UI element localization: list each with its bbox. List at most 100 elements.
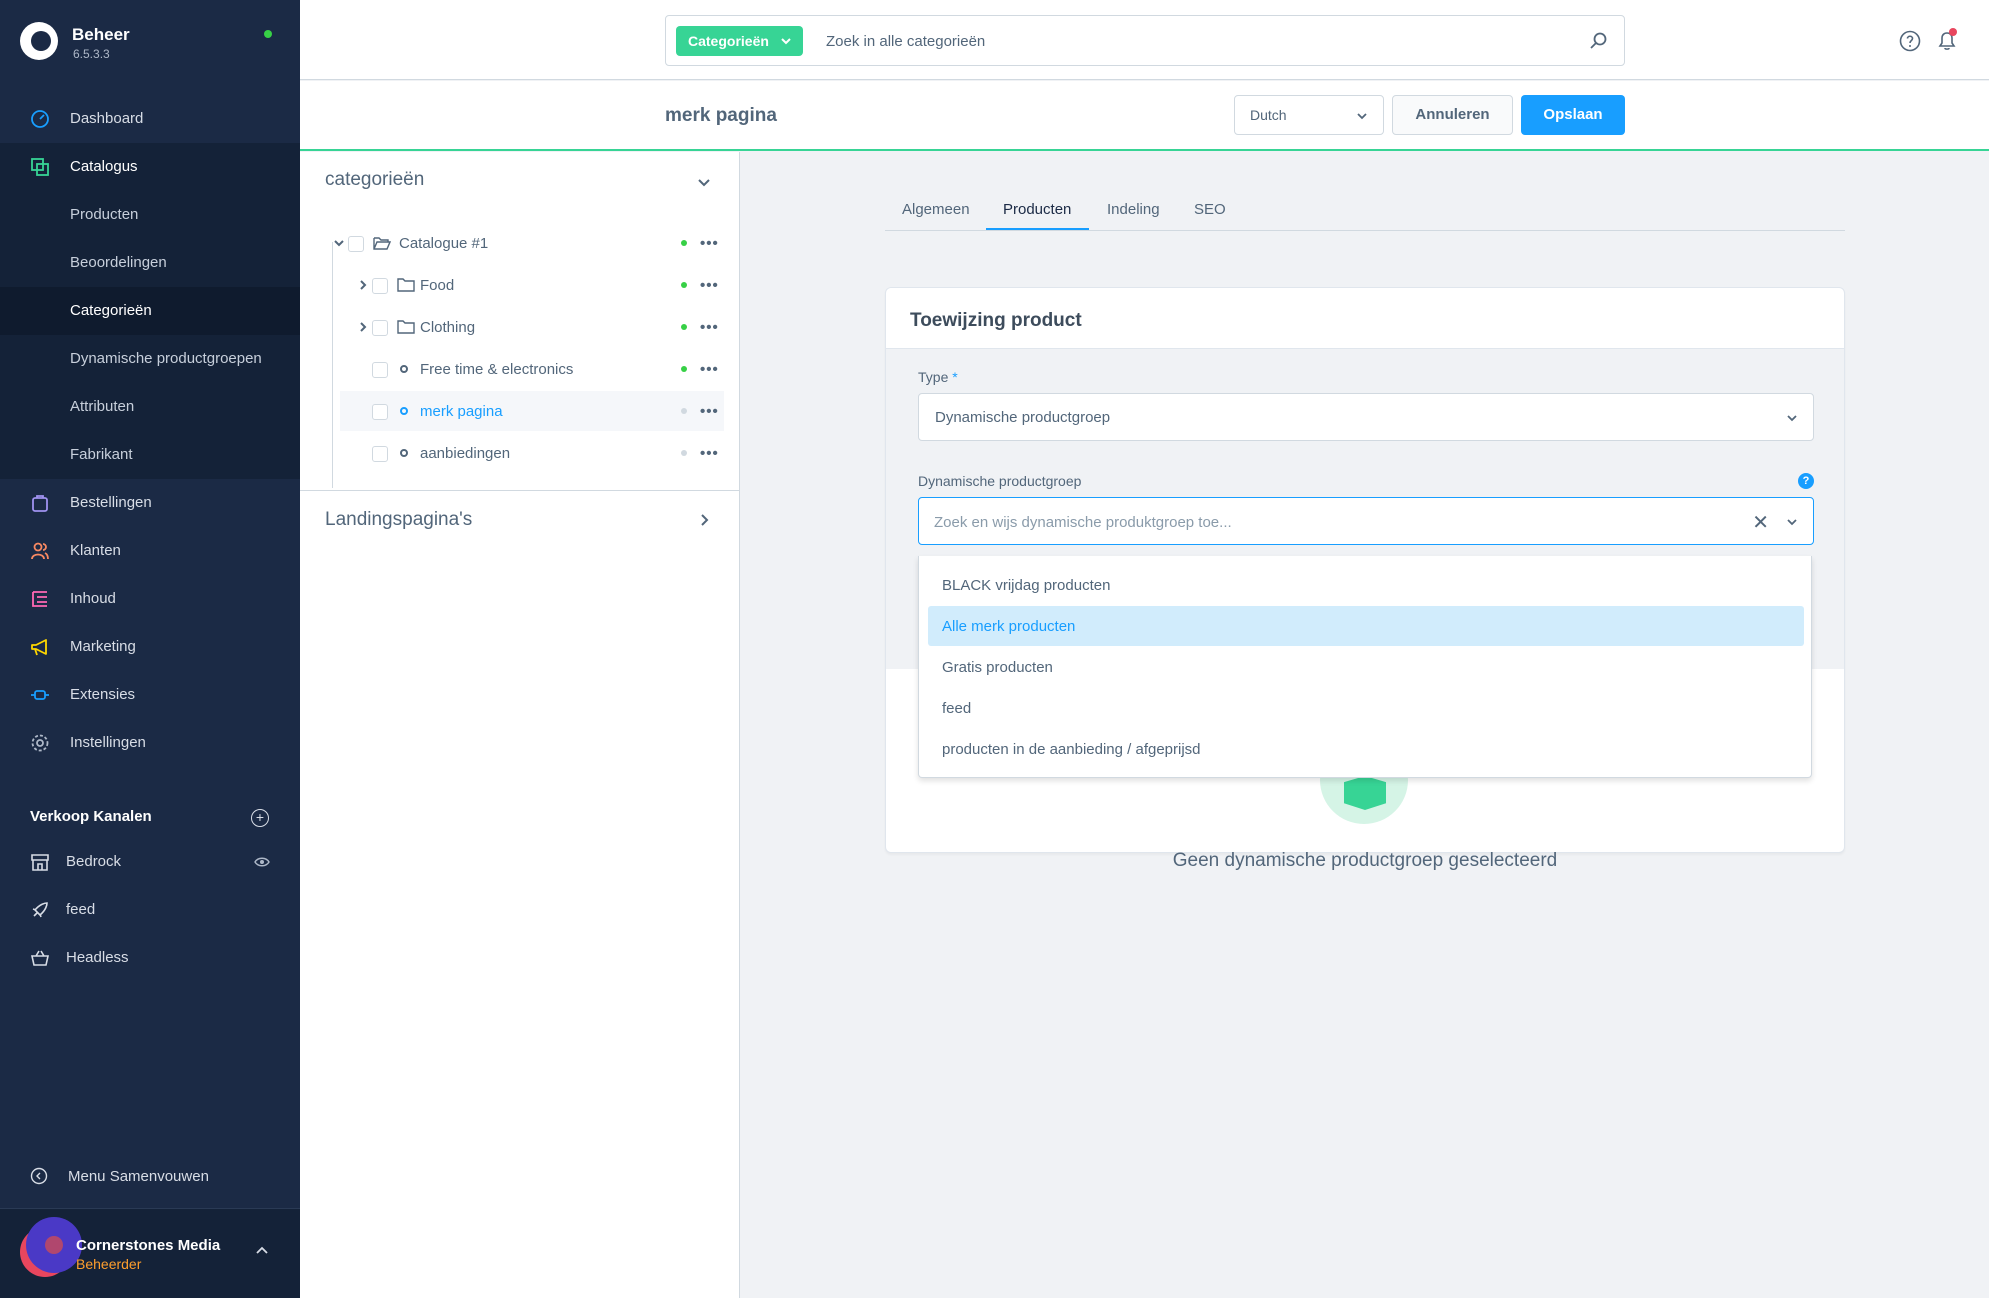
chevron-down-icon[interactable] <box>332 236 346 250</box>
sidebar: Beheer 6.5.3.3 Dashboard Catalogus Produ… <box>0 0 300 1298</box>
subnav-dynamische-productgroepen[interactable]: Dynamische productgroepen <box>0 335 300 383</box>
subnav-fabrikant[interactable]: Fabrikant <box>0 431 300 479</box>
card-title: Toewijzing product <box>910 310 1082 331</box>
nav-bestellingen[interactable]: Bestellingen <box>0 479 300 527</box>
status-dot <box>681 450 687 456</box>
tree-item-free-time[interactable]: Free time & electronics ••• <box>340 349 724 389</box>
landing-pages-title[interactable]: Landingspagina's <box>325 509 472 531</box>
tree-title: categorieën <box>325 169 425 190</box>
chevron-right-icon[interactable] <box>696 512 712 528</box>
search-icon[interactable] <box>1589 31 1609 51</box>
help-icon[interactable]: ? <box>1798 473 1814 489</box>
search-type-select[interactable]: Categorieën <box>676 26 803 56</box>
dropdown-option[interactable]: BLACK vrijdag producten <box>928 565 1804 605</box>
nav-marketing[interactable]: Marketing <box>0 623 300 671</box>
tree-item-label: Catalogue #1 <box>399 235 489 252</box>
status-dot <box>681 408 687 414</box>
cancel-button[interactable]: Annuleren <box>1392 95 1513 135</box>
chevron-right-icon[interactable] <box>356 320 370 334</box>
search-input[interactable] <box>826 30 1566 52</box>
tab-algemeen[interactable]: Algemeen <box>902 201 970 218</box>
dropdown-option[interactable]: producten in de aanbieding / afgeprijsd <box>928 729 1804 769</box>
tree-checkbox[interactable] <box>372 446 388 462</box>
dropdown-option-highlighted[interactable]: Alle merk producten <box>928 606 1804 646</box>
nav-klanten[interactable]: Klanten <box>0 527 300 575</box>
nav-catalogus[interactable]: Catalogus <box>0 143 300 191</box>
chevron-down-icon[interactable] <box>696 174 712 190</box>
tree-item-label: Clothing <box>420 319 476 336</box>
more-options-icon[interactable]: ••• <box>700 445 719 462</box>
subnav-categorieen[interactable]: Categorieën <box>0 287 300 335</box>
type-select[interactable]: Dynamische productgroep <box>918 393 1814 441</box>
tab-producten[interactable]: Producten <box>1003 201 1071 218</box>
chevron-down-icon <box>781 38 791 45</box>
tree-item-food[interactable]: Food ••• <box>340 265 724 305</box>
dropdown-option[interactable]: Gratis producten <box>928 647 1804 687</box>
tree-item-clothing[interactable]: Clothing ••• <box>340 307 724 347</box>
active-tab-indicator <box>986 228 1089 230</box>
subnav-label: Dynamische productgroepen <box>70 350 262 367</box>
tab-indeling[interactable]: Indeling <box>1107 201 1160 218</box>
collapse-menu-button[interactable]: Menu Samenvouwen <box>30 1165 290 1189</box>
tree-item-label: Free time & electronics <box>420 361 574 378</box>
search-type-label: Categorieën <box>688 33 769 49</box>
help-icon[interactable] <box>1899 30 1921 52</box>
dynamic-group-search-input[interactable] <box>934 512 1714 532</box>
more-options-icon[interactable]: ••• <box>700 361 719 378</box>
clear-icon[interactable]: ✕ <box>1752 510 1769 535</box>
tree-checkbox[interactable] <box>372 278 388 294</box>
folder-open-icon <box>373 237 391 250</box>
save-button[interactable]: Opslaan <box>1521 95 1625 135</box>
channel-headless[interactable]: Headless <box>0 934 300 982</box>
eye-icon[interactable] <box>254 854 270 870</box>
notification-badge <box>1949 28 1957 36</box>
empty-state-text: Geen dynamische productgroep geselecteer… <box>1172 850 1558 871</box>
user-menu[interactable]: Cornerstones Media Beheerder <box>0 1208 300 1298</box>
tree-item-merk-pagina[interactable]: merk pagina ••• <box>340 391 724 431</box>
more-options-icon[interactable]: ••• <box>700 319 719 336</box>
chevron-up-icon[interactable] <box>254 1243 270 1259</box>
tree-checkbox[interactable] <box>348 236 364 252</box>
subnav-label: Producten <box>70 206 139 223</box>
subnav-beoordelingen[interactable]: Beoordelingen <box>0 239 300 287</box>
rocket-icon <box>32 902 48 918</box>
tree-checkbox[interactable] <box>372 404 388 420</box>
nav-extensies[interactable]: Extensies <box>0 671 300 719</box>
chevron-down-icon <box>1357 113 1367 120</box>
channel-bedrock[interactable]: Bedrock <box>0 838 300 886</box>
tree-item-aanbiedingen[interactable]: aanbiedingen ••• <box>340 433 724 473</box>
subnav-attributen[interactable]: Attributen <box>0 383 300 431</box>
channel-feed[interactable]: feed <box>0 886 300 934</box>
global-search[interactable]: Categorieën <box>665 15 1625 66</box>
page-title: merk pagina <box>665 105 777 126</box>
folder-icon <box>397 278 415 292</box>
more-options-icon[interactable]: ••• <box>700 277 719 294</box>
gauge-icon <box>31 110 49 128</box>
nav-dashboard[interactable]: Dashboard <box>0 95 300 143</box>
dynamic-group-select[interactable]: ✕ <box>918 497 1814 545</box>
tree-item-catalogue[interactable]: Catalogue #1 ••• <box>334 223 724 263</box>
subnav-producten[interactable]: Producten <box>0 191 300 239</box>
more-options-icon[interactable]: ••• <box>700 235 719 252</box>
nav-label: Klanten <box>70 542 121 559</box>
tree-checkbox[interactable] <box>372 362 388 378</box>
nav-label: Catalogus <box>70 158 138 175</box>
chevron-right-icon[interactable] <box>356 278 370 292</box>
tree-checkbox[interactable] <box>372 320 388 336</box>
nav-inhoud[interactable]: Inhoud <box>0 575 300 623</box>
nav-instellingen[interactable]: Instellingen <box>0 719 300 767</box>
user-role: Beheerder <box>76 1256 142 1272</box>
chevron-down-icon[interactable] <box>1785 515 1799 529</box>
collapse-label: Menu Samenvouwen <box>68 1168 209 1185</box>
brand[interactable]: Beheer 6.5.3.3 <box>20 22 280 66</box>
tab-seo[interactable]: SEO <box>1194 201 1226 218</box>
folder-icon <box>397 320 415 334</box>
category-tree-panel: categorieën Catalogue #1 ••• Food ••• Cl… <box>300 152 740 1298</box>
dropdown-option[interactable]: feed <box>928 688 1804 728</box>
tree-item-label: aanbiedingen <box>420 445 511 462</box>
type-select-value: Dynamische productgroep <box>935 409 1111 426</box>
content-icon <box>32 591 47 607</box>
language-select[interactable]: Dutch <box>1234 95 1384 135</box>
add-channel-icon[interactable]: + <box>251 809 269 827</box>
more-options-icon[interactable]: ••• <box>700 403 719 420</box>
